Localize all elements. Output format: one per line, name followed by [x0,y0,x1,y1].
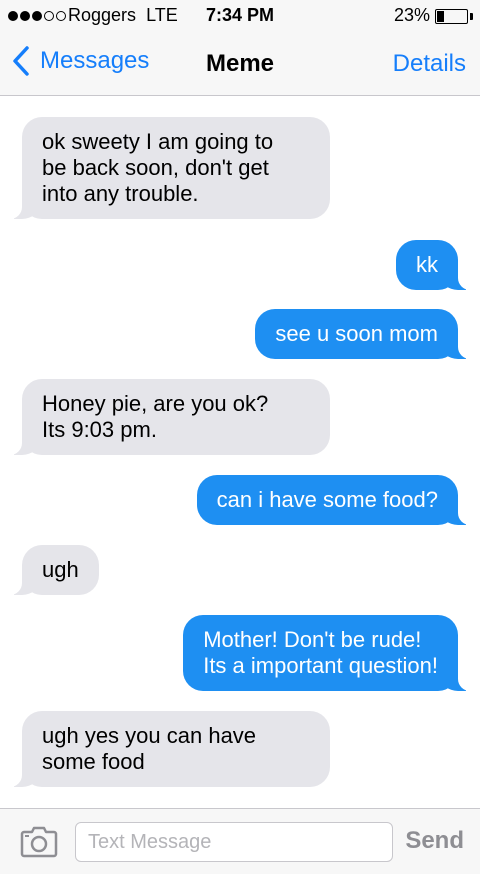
status-bar: Roggers LTE 7:34 PM 23% [0,0,480,32]
message-bubble-incoming[interactable]: ugh yes you can have some food [2,711,330,787]
battery-fill [437,11,445,22]
send-button[interactable]: Send [405,827,464,855]
message-bubble-incoming[interactable]: Honey pie, are you ok? Its 9:03 pm. [2,379,330,455]
message-bubble-outgoing[interactable]: see u soon mom [255,309,478,359]
message-text: ugh [42,557,79,582]
message-bubble-outgoing[interactable]: kk [396,240,478,290]
battery-icon [435,9,468,24]
message-text: Honey pie, are you ok? Its 9:03 pm. [42,391,269,442]
message-bubble-outgoing[interactable]: can i have some food? [196,475,479,525]
camera-icon [20,826,58,858]
compose-bar: Send [0,808,480,874]
camera-button[interactable] [20,826,58,863]
message-text: can i have some food? [216,487,438,512]
message-text: ok sweety I am going to be back soon, do… [42,129,274,206]
message-text: Mother! Don't be rude! Its a important q… [203,627,438,678]
message-bubble-incoming[interactable]: ugh [2,545,99,595]
battery-cap [470,13,473,20]
details-button[interactable]: Details [393,50,466,78]
message-bubble-outgoing[interactable]: Mother! Don't be rude! Its a important q… [183,615,478,691]
message-text: see u soon mom [275,321,438,346]
message-input[interactable] [75,822,393,862]
message-bubble-incoming[interactable]: ok sweety I am going to be back soon, do… [2,117,330,219]
message-text: ugh yes you can have some food [42,723,257,774]
message-text: kk [416,252,438,277]
nav-bar: Messages Meme Details [0,32,480,96]
battery-percent: 23% [393,5,430,25]
